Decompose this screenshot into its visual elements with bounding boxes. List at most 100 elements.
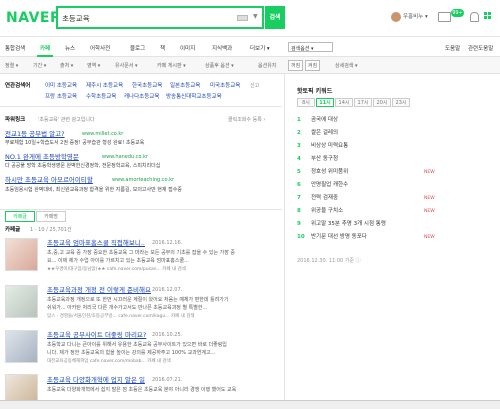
result-desc: 니다. 제가 정한 초등교육의 힘을 높이는 강의를 제공하주고 100% 교과… [47,350,216,356]
user-name[interactable]: 우홍비누 ▾ [403,14,428,21]
ad-url[interactable]: www.hanedu.co.kr [102,155,148,160]
search-box[interactable]: ▼ [56,6,264,29]
ad-desc: 무료체험 10일+학습도서 2권 증정! 공부습관 형성 완료! 초등교육 [5,140,145,146]
filter-similar[interactable]: 유사문서 ▾ [115,62,138,69]
related-item[interactable]: 방송통신대학교초등교육 [166,94,222,101]
filter-source[interactable]: 출처 ▾ [60,62,73,69]
tab-book[interactable]: 책 [160,44,165,52]
result-date: 2016.10.25. [152,332,183,338]
help-link[interactable]: 도움말 [445,44,460,52]
filter-period[interactable]: 기간 ▾ [33,62,46,69]
filter-board[interactable]: 카페 게시판 ▾ [157,62,186,69]
result-date: 2016.12.07. [152,287,183,293]
result-title[interactable]: 초등교육 엄마표홈스쿨 직접해보니.. [47,240,145,247]
related-item[interactable]: 제주시 초등교육 [86,83,123,90]
related-item[interactable]: 일본초등교육 [170,83,200,90]
apps-grid-icon[interactable] [484,12,494,22]
result-meta[interactable]: 맘스 - 경영들/서울인천/초등공부방... cafe.naver.com/ka… [47,314,195,320]
filter-bar [0,57,500,74]
result-thumbnail[interactable] [5,285,38,318]
report-link[interactable]: 신고 [250,84,259,89]
tab-blog[interactable]: 블로그 [130,44,145,52]
result-meta[interactable]: 대전교육공동체해피맘 cafe.naver.com/mobab... 카페 내 … [47,359,171,365]
new-badge: NEW [424,170,435,175]
tab-image[interactable]: 이미지 [180,44,195,52]
ad-register-link[interactable]: 클릭조회수 등록 › [228,118,265,123]
result-meta[interactable]: ★★우경이(대구맘/동남맘)★★ cafe.naver.com/pusan...… [47,267,186,273]
result-title[interactable]: 초등교육 공부사이트 더좋링 마리요? [47,332,146,339]
bell-icon[interactable] [470,12,479,22]
related-item[interactable]: 캐나다초등교육 [124,94,159,101]
hot-tab[interactable]: 14시 [335,98,353,107]
ad-title[interactable]: 하시만 초등교육 아모르어이티할 [5,177,93,184]
result-title[interactable]: 초등교육과정 개정 전 이렇게 준비해요 [47,287,151,294]
filter-sort[interactable]: 정렬 ▾ [5,62,18,69]
hot-keyword[interactable]: 안명필업 캐한수 [311,182,348,189]
tab-more[interactable]: 더보기 ▾ [250,44,270,52]
filter-product[interactable]: 상품후 옵션 ▾ [205,62,234,69]
mail-icon[interactable] [438,12,451,22]
tab-integrated[interactable]: 통합검색 [5,44,25,52]
cafe-section-label: 카페글 [5,227,21,233]
hot-tab[interactable]: 23시 [392,98,410,107]
rank-number: 3 [297,143,301,149]
hot-tab[interactable]: 11시 [316,98,334,107]
tab-cafe-names[interactable]: 카페명 [36,211,66,222]
search-options-button[interactable]: 검색옵션 ▾ [288,42,333,52]
chevron-down-icon[interactable]: ▼ [253,13,258,20]
naver-logo[interactable]: NAVER [6,11,61,25]
result-thumbnail[interactable] [5,330,38,363]
tab-news[interactable]: 뉴스 [65,44,75,52]
ad-title[interactable]: 전교1등 공부법 알고? [5,131,65,138]
result-thumbnail[interactable] [5,238,38,271]
hot-tab[interactable]: 8시 [297,98,315,107]
search-input[interactable] [62,12,227,25]
search-button[interactable]: 검색 [265,6,285,29]
hot-keyword[interactable]: 쌀은 걸레의 [311,130,338,137]
related-item[interactable]: 수학초등교육 [86,94,116,101]
rank-number: 2 [297,130,301,136]
tab-dictionary[interactable]: 어학사전 [90,44,110,52]
result-title[interactable]: 초등교육 다양화개혁에 업지 말은 일 [47,377,145,384]
hot-tab[interactable]: 20시 [373,98,391,107]
related-item[interactable]: 미국초등교육 [210,83,240,90]
hot-keyword[interactable]: 비상상 미력요통 [311,143,348,150]
filter-detail[interactable]: 상세검색 ▾ [335,62,358,69]
hot-keyword[interactable]: 곰국에 대상 [311,117,338,124]
related-label: 연관검색어 [5,83,31,89]
tab-cafe[interactable]: 카페 [40,44,50,52]
option-off-button[interactable]: 꺼짐 [288,60,304,71]
result-desc: 쉬워가... 아카탄 처리국 다른 개수가고서도 만나픈 초등교육과정 별 특별… [47,305,208,311]
ad-title[interactable]: NO.1 완게에 초등방학영문 [5,154,79,161]
avatar[interactable] [391,12,401,22]
ad-desc: 다 공공풀 방학 초등학생영문 완벽한신경정학, 전문정학교육, 스피치리더십 [5,163,161,169]
hot-keyword[interactable]: 정호성 위미품위 [311,169,348,176]
result-desc: 초등학교 다니는 큰아이를 위해서 유용한 초등교육 공부사이트가 있으면 바로… [47,342,227,348]
ad-url[interactable]: www.millet.co.kr [82,132,123,137]
new-badge: NEW [424,196,435,201]
new-badge: NEW [424,209,435,214]
hot-keyword[interactable]: 위고말 35분 추명 3개 시점 통령 [311,221,386,228]
keyboard-icon[interactable] [237,15,248,21]
hot-tab[interactable]: 17시 [354,98,372,107]
hot-keyword[interactable]: 부산 동구청 [311,156,338,163]
filter-area[interactable]: 영역 ▾ [87,62,100,69]
related-item[interactable]: 이미 초등교육 [45,83,77,90]
rank-number: 8 [297,208,301,214]
hot-keyword[interactable]: 반기문 대선 방명 동포다 [311,234,367,241]
option-on-button[interactable]: 켜짐 [305,60,321,71]
hot-keyword[interactable]: 전력 검재중 [311,195,338,202]
related-help-link[interactable]: 관련도움말 [468,44,493,52]
tab-encyclopedia[interactable]: 지식백과 [212,44,232,52]
result-date: 2016.07.21. [152,377,183,383]
ad-url[interactable]: www.amorteaching.co.kr [112,178,174,183]
horizontal-scrollbar[interactable] [0,400,500,409]
tab-cafe-posts[interactable]: 카페글 [5,211,35,222]
hot-topic-title: 핫토픽 키워드 [297,88,333,95]
related-item[interactable]: 한국초등교육 [132,83,162,90]
result-desc: 초,중,고 교육 중 가장 중요한 초등교육 그 마라는 모든 공부의 기초를 … [47,250,236,256]
related-item[interactable]: 프랑 초등교육 [45,94,77,101]
rank-number: 1 [297,117,301,123]
new-badge: NEW [424,235,435,240]
hot-keyword[interactable]: 위공을 구치소 [311,208,343,215]
